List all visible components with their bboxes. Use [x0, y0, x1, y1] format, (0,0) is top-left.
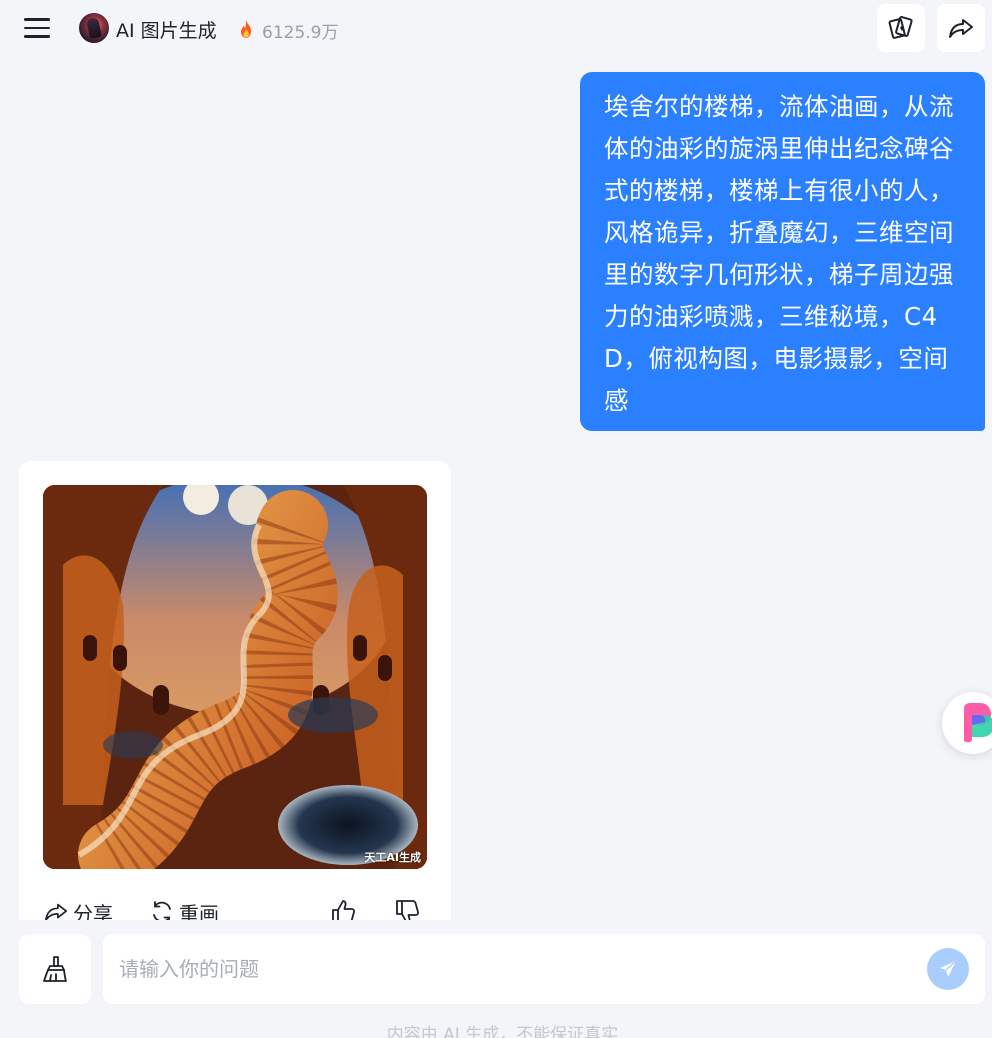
clear-chat-button[interactable]	[19, 934, 91, 1004]
ai-disclaimer: 内容由 AI 生成，不能保证真实	[386, 1025, 619, 1038]
menu-icon[interactable]	[22, 15, 52, 41]
assistant-logo-icon	[964, 703, 992, 743]
share-icon	[949, 19, 973, 38]
app-title: AI 图片生成	[116, 20, 217, 42]
chat-page: AI 图片生成 6125.9万 埃舍尔的楼梯，流体油画，从流体的油彩的旋涡里伸出…	[0, 0, 992, 1038]
image-watermark: 天工AI生成	[364, 851, 421, 864]
cards-button[interactable]	[877, 4, 925, 52]
send-icon	[940, 960, 957, 977]
ai-response-card: 天工AI生成 分享 重画	[19, 461, 451, 931]
user-message-bubble: 埃舍尔的楼梯，流体油画，从流体的油彩的旋涡里伸出纪念碑谷式的楼梯，楼梯上有很小的…	[580, 72, 985, 431]
composer: 内容由 AI 生成，不能保证真实	[0, 920, 992, 1038]
fire-icon	[241, 20, 251, 38]
question-input[interactable]	[119, 934, 909, 1004]
generated-image[interactable]: 天工AI生成	[43, 485, 427, 869]
question-input-box	[103, 934, 985, 1004]
share-button[interactable]	[937, 4, 985, 52]
send-button[interactable]	[927, 948, 969, 990]
heat-count: 6125.9万	[262, 23, 339, 43]
playing-cards-icon	[888, 16, 913, 39]
top-bar: AI 图片生成 6125.9万	[0, 0, 992, 58]
floating-assistant-badge[interactable]	[942, 692, 992, 754]
avatar[interactable]	[79, 13, 109, 43]
broom-icon	[43, 956, 67, 982]
generated-image-art	[43, 485, 427, 869]
